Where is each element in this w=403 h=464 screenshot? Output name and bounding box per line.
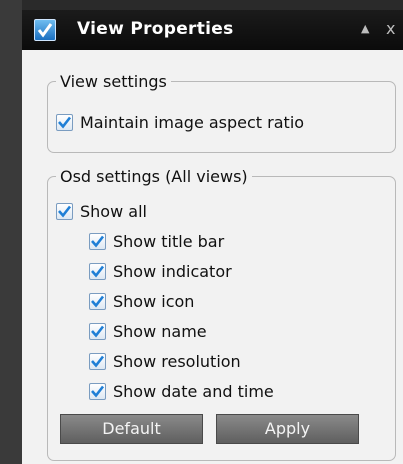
show-name-label: Show name	[113, 321, 207, 341]
panel-title: View Properties	[77, 19, 234, 39]
show-indicator-checkbox[interactable]: Show indicator	[89, 259, 232, 283]
show-indicator-label: Show indicator	[113, 261, 232, 281]
show-all-label: Show all	[80, 201, 147, 221]
show-date-and-time-checkbox[interactable]: Show date and time	[89, 379, 274, 403]
show-title-bar-checkbox[interactable]: Show title bar	[89, 229, 224, 253]
checkbox-icon	[34, 19, 56, 41]
checkbox-checked-icon	[89, 232, 106, 250]
checkbox-checked-icon	[89, 352, 106, 370]
show-title-bar-label: Show title bar	[113, 231, 225, 251]
maintain-aspect-ratio-label: Maintain image aspect ratio	[80, 112, 305, 132]
osd-settings-legend: Osd settings (All views)	[60, 167, 248, 186]
apply-button[interactable]: Apply	[216, 414, 359, 444]
checkbox-checked-icon	[89, 322, 106, 340]
checkbox-checked-icon	[56, 113, 73, 131]
show-resolution-label: Show resolution	[113, 351, 241, 371]
view-properties-panel: View Properties ▲ x View settings Mainta…	[22, 10, 403, 464]
show-name-checkbox[interactable]: Show name	[89, 319, 207, 343]
left-strip	[0, 0, 22, 464]
maintain-aspect-ratio-checkbox[interactable]: Maintain image aspect ratio	[56, 110, 304, 134]
checkbox-checked-icon	[89, 262, 106, 280]
show-resolution-checkbox[interactable]: Show resolution	[89, 349, 241, 373]
default-button[interactable]: Default	[60, 414, 203, 444]
title-bar: View Properties ▲ x	[22, 10, 403, 50]
show-all-checkbox[interactable]: Show all	[56, 199, 147, 223]
show-icon-label: Show icon	[113, 291, 195, 311]
show-date-and-time-label: Show date and time	[113, 381, 274, 401]
window-frame: View Properties ▲ x View settings Mainta…	[0, 0, 403, 464]
view-settings-legend: View settings	[60, 72, 167, 91]
checkbox-checked-icon	[56, 202, 73, 220]
close-button[interactable]: x	[386, 19, 395, 38]
checkbox-checked-icon	[89, 292, 106, 310]
checkbox-checked-icon	[89, 382, 106, 400]
show-icon-checkbox[interactable]: Show icon	[89, 289, 194, 313]
collapse-button[interactable]: ▲	[361, 22, 369, 35]
